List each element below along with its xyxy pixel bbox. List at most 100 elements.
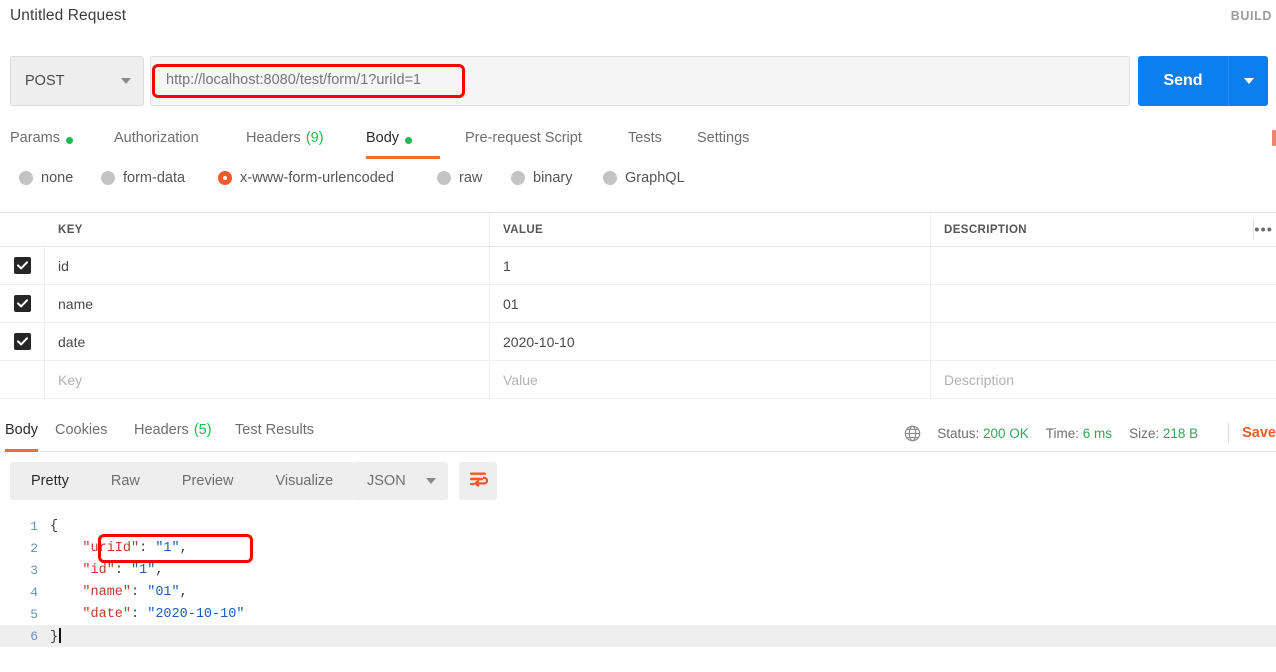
code-token-v: "2020-10-10": [147, 606, 245, 622]
response-tab-headers[interactable]: Headers (5): [134, 422, 212, 452]
new-row-key-placeholder: Key: [58, 371, 83, 388]
row-checkbox-cell[interactable]: [0, 285, 45, 322]
radio-unselected-icon[interactable]: [437, 171, 451, 185]
size-badge[interactable]: Size: 218 B: [1129, 426, 1198, 441]
row-description-cell[interactable]: [931, 247, 1276, 284]
line-number: 6: [30, 628, 38, 644]
word-wrap-button[interactable]: [459, 462, 497, 500]
send-button-label: Send: [1163, 72, 1203, 89]
code-token-brace: }: [50, 629, 59, 645]
response-format-toolbar: Pretty Raw Preview Visualize JSON: [0, 462, 1276, 508]
save-response-button[interactable]: Save: [1242, 425, 1276, 441]
body-type-label: form-data: [123, 170, 186, 186]
new-row-description-placeholder: Description: [944, 371, 1015, 388]
code-token-brace: {: [50, 518, 59, 534]
radio-unselected-icon[interactable]: [19, 171, 33, 185]
row-description-cell[interactable]: [931, 285, 1276, 322]
status-badge[interactable]: Status: 200 OK: [937, 426, 1029, 441]
tab-settings[interactable]: Settings: [697, 122, 749, 160]
row-key-cell[interactable]: id: [45, 247, 490, 284]
response-body-code[interactable]: 1{2 "uriId": "1", 3 "id": "1", 4 "name": "…: [0, 515, 1276, 672]
body-type-binary[interactable]: binary: [511, 170, 573, 186]
view-mode-raw[interactable]: Raw: [90, 462, 161, 500]
time-badge[interactable]: Time: 6 ms: [1046, 426, 1112, 441]
response-tab-body[interactable]: Body: [5, 422, 38, 452]
row-value-value: 01: [503, 295, 519, 312]
row-checkbox-checked-icon[interactable]: [13, 257, 31, 274]
row-value-cell[interactable]: 01: [490, 285, 931, 322]
response-tab-count: (5): [193, 422, 212, 438]
url-input[interactable]: http://localhost:8080/test/form/1?uriId=…: [150, 56, 1130, 106]
body-type-raw[interactable]: raw: [437, 170, 482, 186]
code-token-k: "uriId": [82, 540, 140, 556]
new-row-value-cell[interactable]: Value: [490, 361, 931, 398]
row-checkbox-checked-icon[interactable]: [13, 333, 31, 350]
tab-params[interactable]: Params: [10, 122, 73, 160]
code-line-text: "date": "2020-10-10": [50, 607, 244, 622]
new-row-description-cell[interactable]: Description: [931, 361, 1276, 398]
radio-unselected-icon[interactable]: [101, 171, 115, 185]
tab-tests[interactable]: Tests: [628, 122, 662, 160]
response-view-segmented-control: Pretty Raw Preview Visualize: [10, 462, 355, 500]
table-row-new[interactable]: Key Value Description: [0, 361, 1276, 399]
code-line-text: "name": "01",: [50, 585, 187, 600]
radio-selected-icon[interactable]: [218, 171, 232, 185]
column-header-description: DESCRIPTION: [944, 223, 1027, 236]
new-row-key-cell[interactable]: Key: [45, 361, 490, 398]
horizontal-scrollbar[interactable]: [0, 666, 1276, 672]
row-checkbox-cell[interactable]: [0, 247, 45, 284]
body-type-none[interactable]: none: [19, 170, 73, 186]
tab-authorization[interactable]: Authorization: [114, 122, 199, 160]
word-wrap-icon: [469, 471, 488, 492]
code-token-p: ,: [179, 540, 188, 556]
row-key-cell[interactable]: date: [45, 323, 490, 360]
tab-pre-request-script[interactable]: Pre-request Script: [465, 122, 582, 160]
row-checkbox-checked-icon[interactable]: [13, 295, 31, 312]
code-line: 5 "date": "2020-10-10": [0, 603, 1276, 625]
body-type-GraphQL[interactable]: GraphQL: [603, 170, 685, 186]
body-type-x-www-form-urlencoded[interactable]: x-www-form-urlencoded: [218, 170, 394, 186]
table-row[interactable]: date 2020-10-10: [0, 323, 1276, 361]
send-button[interactable]: Send: [1138, 56, 1268, 106]
view-mode-preview[interactable]: Preview: [161, 462, 255, 500]
tab-body[interactable]: Body: [366, 122, 440, 160]
row-key-value: date: [58, 333, 86, 350]
tab-label: Headers: [246, 130, 301, 146]
radio-unselected-icon[interactable]: [511, 171, 525, 185]
chevron-down-icon: [426, 478, 436, 484]
response-tab-cookies[interactable]: Cookies: [55, 422, 107, 452]
table-row[interactable]: id 1: [0, 247, 1276, 285]
code-token-p: [50, 607, 82, 622]
row-value-cell[interactable]: 2020-10-10: [490, 323, 931, 360]
tab-label: Body: [366, 130, 400, 146]
header-check-cell: [0, 213, 45, 246]
row-key-value: id: [58, 257, 69, 274]
send-options-button[interactable]: [1228, 56, 1268, 106]
response-tab-test-results[interactable]: Test Results: [235, 422, 314, 452]
build-label[interactable]: BUILD: [1231, 9, 1272, 23]
header-value-cell: VALUE: [490, 213, 931, 246]
view-mode-visualize[interactable]: Visualize: [254, 462, 354, 500]
body-params-table: KEY VALUE DESCRIPTION ••• id 1 name 01 date 2…: [0, 212, 1276, 399]
http-method-select[interactable]: POST: [10, 56, 144, 106]
row-checkbox-cell[interactable]: [0, 323, 45, 360]
line-number: 5: [30, 606, 38, 622]
body-type-form-data[interactable]: form-data: [101, 170, 185, 186]
tab-headers[interactable]: Headers (9): [246, 122, 324, 160]
tab-modified-dot-icon: [405, 137, 413, 144]
bulk-edit-more-icon[interactable]: •••: [1254, 222, 1273, 237]
response-tab-label: Cookies: [55, 422, 108, 438]
code-line-text: "id": "1",: [50, 563, 163, 578]
table-row[interactable]: name 01: [0, 285, 1276, 323]
row-value-value: 1: [503, 257, 511, 274]
response-language-select[interactable]: JSON: [352, 462, 448, 500]
globe-icon: [904, 425, 921, 442]
row-key-cell[interactable]: name: [45, 285, 490, 322]
row-description-cell[interactable]: [931, 323, 1276, 360]
chevron-down-icon: [121, 78, 131, 84]
row-value-cell[interactable]: 1: [490, 247, 931, 284]
radio-unselected-icon[interactable]: [603, 171, 617, 185]
row-value-value: 2020-10-10: [503, 333, 575, 350]
row-key-value: name: [58, 295, 94, 312]
view-mode-pretty[interactable]: Pretty: [10, 462, 90, 500]
